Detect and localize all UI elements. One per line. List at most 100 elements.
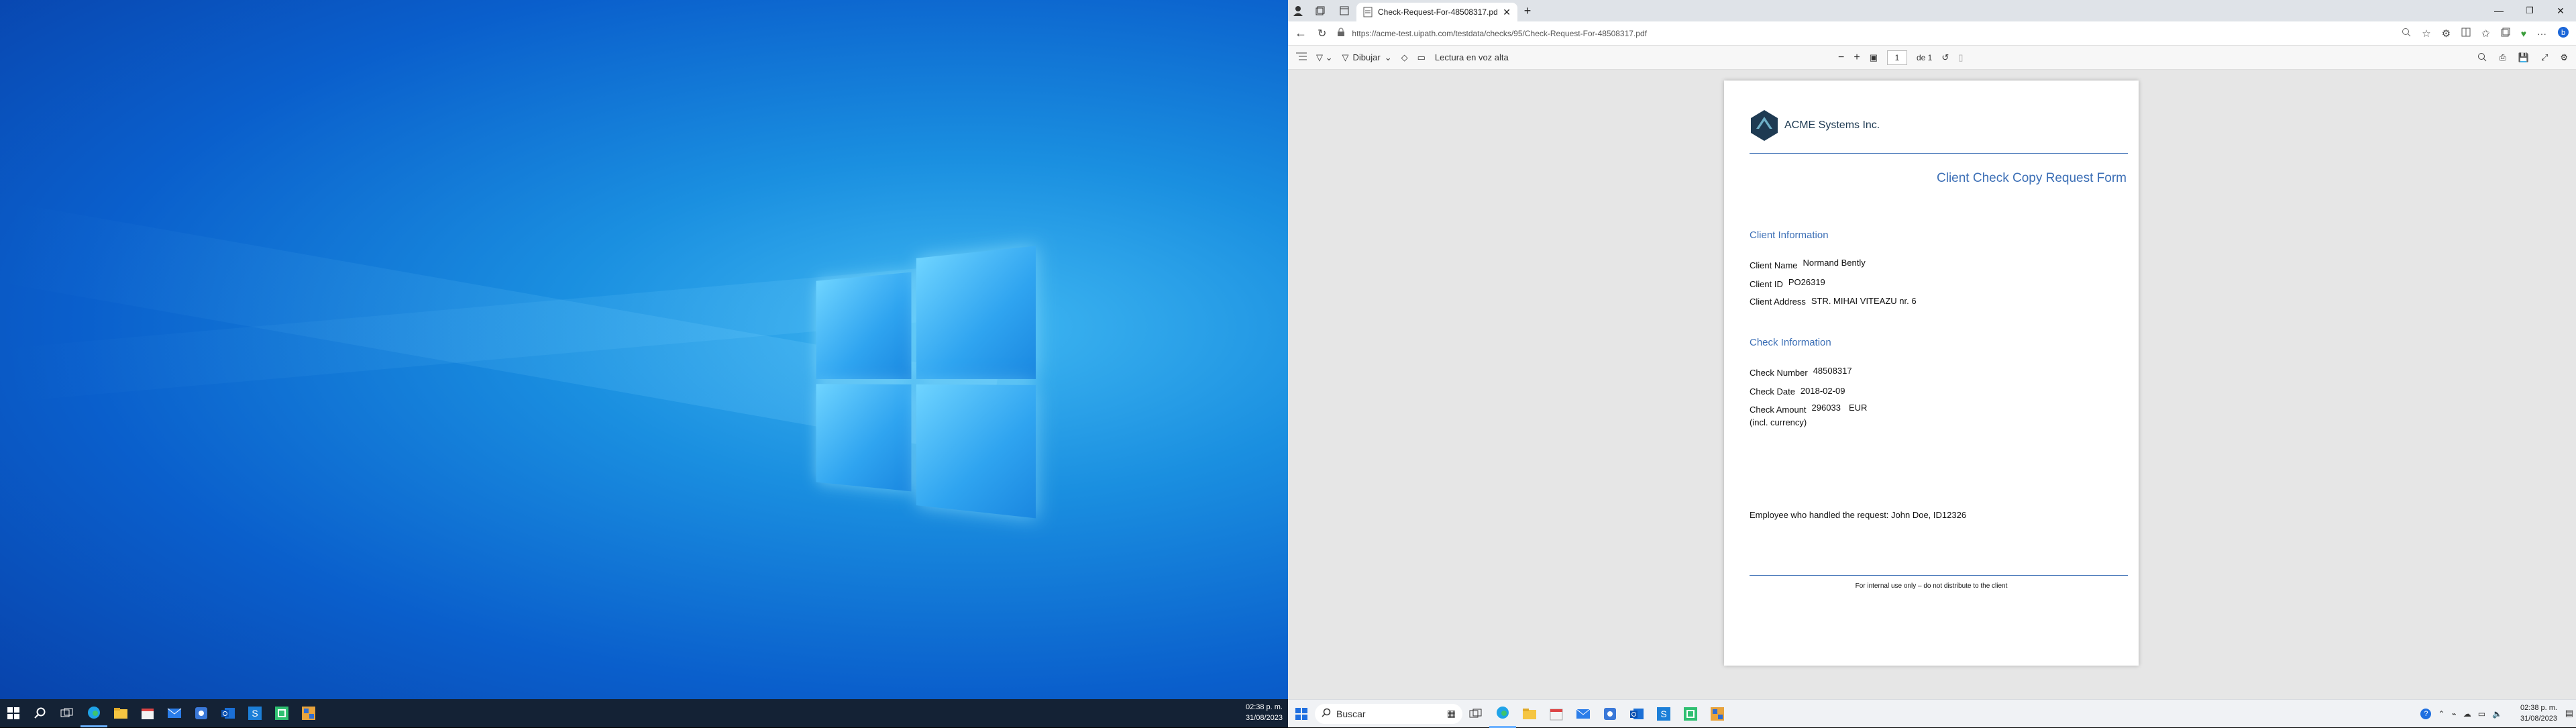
check-amount-value: 296033 xyxy=(1812,403,1841,413)
print-icon[interactable]: ⎙ xyxy=(2499,52,2506,63)
calendar-icon[interactable] xyxy=(1543,700,1570,728)
settings-icon[interactable]: ⚙ xyxy=(2560,52,2568,63)
client-name-label: Client Name xyxy=(1750,260,1798,270)
workspaces-icon[interactable] xyxy=(1308,6,1332,15)
outlook-icon[interactable] xyxy=(215,699,241,727)
read-aloud-icon[interactable]: ▭ xyxy=(1417,52,1426,63)
erase-icon[interactable]: ◇ xyxy=(1401,52,1408,63)
address-bar: ← ↻ https://acme-test.uipath.com/testdat… xyxy=(1288,21,2576,46)
tab-pdf[interactable]: Check-Request-For-48508317.pdf ✕ xyxy=(1356,3,1517,21)
copilot-icon[interactable]: b xyxy=(2557,26,2569,40)
check-number-label: Check Number xyxy=(1750,368,1808,378)
footer-note: For internal use only – do not distribut… xyxy=(1724,582,2139,590)
file-explorer-icon[interactable] xyxy=(1516,700,1543,728)
favorite-star-icon[interactable]: ☆ xyxy=(2422,28,2430,40)
mail-icon[interactable] xyxy=(161,699,188,727)
favorites-icon[interactable]: ✩ xyxy=(2481,28,2490,40)
outlook-icon[interactable] xyxy=(1623,700,1650,728)
contents-icon[interactable] xyxy=(1296,52,1307,62)
edge-icon[interactable] xyxy=(1489,700,1516,728)
extensions-icon[interactable]: ⚙ xyxy=(2442,28,2451,40)
new-tab-icon[interactable]: + xyxy=(1517,4,1538,18)
lock-icon xyxy=(1337,28,1345,39)
tab-actions-icon[interactable] xyxy=(1332,6,1356,15)
page-number-input[interactable]: 1 xyxy=(1887,50,1907,65)
search-icon[interactable] xyxy=(27,699,54,727)
url-text: https://acme-test.uipath.com/testdata/ch… xyxy=(1352,29,1647,38)
browser-essentials-icon[interactable]: ♥ xyxy=(2521,28,2526,39)
read-aloud-button[interactable]: Lectura en voz alta xyxy=(1435,52,1509,62)
notifications-icon[interactable]: ▤ xyxy=(2565,708,2573,719)
page-controls: − + ▣ 1 de 1 ↺ ▯ xyxy=(1838,46,1963,70)
svg-text:b: b xyxy=(2561,29,2565,37)
show-hidden-icons[interactable]: ⌃ xyxy=(2438,709,2445,719)
taskbar-search-box[interactable]: Buscar ▦ xyxy=(1315,704,1462,724)
mail-icon[interactable] xyxy=(1570,700,1597,728)
profile-icon[interactable] xyxy=(1288,5,1308,16)
highlight-icon[interactable]: ▽ ⌄ xyxy=(1316,52,1333,63)
uipath-studio-icon[interactable]: S xyxy=(1650,700,1677,728)
calendar-icon[interactable] xyxy=(134,699,161,727)
close-tab-icon[interactable]: ✕ xyxy=(1503,7,1511,18)
clock-date: 31/08/2023 xyxy=(2520,713,2557,724)
zoom-icon[interactable] xyxy=(2402,28,2411,39)
start-icon[interactable] xyxy=(1288,700,1315,728)
minimize-icon[interactable]: — xyxy=(2483,5,2514,16)
uipath-studio-icon[interactable]: S xyxy=(241,699,268,727)
svg-text:S: S xyxy=(252,708,258,719)
page-total: de 1 xyxy=(1917,53,1932,62)
task-view-icon[interactable] xyxy=(1462,700,1489,728)
browser-titlebar: Check-Request-For-48508317.pdf ✕ + — ❐ ✕ xyxy=(1288,0,2576,21)
tab-title: Check-Request-For-48508317.pdf xyxy=(1378,7,1497,17)
help-icon[interactable]: ? xyxy=(2420,709,2431,719)
draw-icon: ▽ xyxy=(1342,52,1349,63)
uipath-robot-icon[interactable] xyxy=(1677,700,1704,728)
check-number-row: Check Number48508317 xyxy=(1750,368,1852,378)
volume-icon[interactable]: 🔈 xyxy=(2492,709,2502,719)
edge-icon[interactable] xyxy=(80,699,107,727)
app-icon[interactable] xyxy=(295,699,322,727)
pdf-page: ACME Systems Inc. Client Check Copy Requ… xyxy=(1724,81,2139,666)
zoom-in-icon[interactable]: + xyxy=(1854,52,1860,64)
footer-divider xyxy=(1750,575,2128,576)
fullscreen-icon[interactable]: ⤢ xyxy=(2541,52,2548,63)
split-screen-icon[interactable] xyxy=(2461,28,2471,39)
uipath-robot-icon[interactable] xyxy=(268,699,295,727)
fit-page-icon[interactable]: ▣ xyxy=(1870,52,1878,63)
client-address-row: Client AddressSTR. MIHAI VITEAZU nr. 6 xyxy=(1750,297,1917,307)
save-icon[interactable]: 💾 xyxy=(2518,52,2529,63)
onedrive-icon[interactable]: ☁ xyxy=(2463,709,2471,719)
employee-line: Employee who handled the request: John D… xyxy=(1750,510,1966,520)
file-explorer-icon[interactable] xyxy=(107,699,134,727)
collections-icon[interactable] xyxy=(2501,28,2510,39)
more-icon[interactable]: ··· xyxy=(2537,28,2546,39)
zoom-out-icon[interactable]: − xyxy=(1838,52,1844,64)
check-date-row: Check Date2018-02-09 xyxy=(1750,386,1845,397)
client-section-heading: Client Information xyxy=(1750,229,1829,241)
clock-left[interactable]: 02:38 p. m. 31/08/2023 xyxy=(1246,702,1283,723)
form-title: Client Check Copy Request Form xyxy=(1937,171,2127,186)
chevron-down-icon: ⌄ xyxy=(1385,52,1392,63)
refresh-icon[interactable]: ↻ xyxy=(1318,27,1326,40)
browser-window: Check-Request-For-48508317.pdf ✕ + — ❐ ✕… xyxy=(1288,0,2576,699)
rotate-icon[interactable]: ↺ xyxy=(1941,52,1949,63)
app-icon[interactable] xyxy=(1704,700,1731,728)
restore-icon[interactable]: ❐ xyxy=(2514,5,2545,16)
url-field[interactable]: https://acme-test.uipath.com/testdata/ch… xyxy=(1337,25,2391,42)
clock-right[interactable]: 02:38 p. m. 31/08/2023 xyxy=(2520,703,2557,724)
uipath-assistant-icon[interactable] xyxy=(188,699,215,727)
header-divider xyxy=(1750,153,2128,154)
start-icon[interactable] xyxy=(0,699,27,727)
search-pdf-icon[interactable] xyxy=(2477,52,2487,64)
draw-button[interactable]: ▽ Dibujar ⌄ xyxy=(1342,52,1392,63)
usb-icon[interactable]: ⌁ xyxy=(2451,709,2456,719)
page-view-icon[interactable]: ▯ xyxy=(1958,52,1963,63)
system-tray: ? ⌃ ⌁ ☁ ▭ 🔈 xyxy=(2420,700,2502,728)
check-section-heading: Check Information xyxy=(1750,337,1831,348)
network-icon[interactable]: ▭ xyxy=(2478,709,2485,719)
clock-date: 31/08/2023 xyxy=(1246,713,1283,723)
uipath-assistant-icon[interactable] xyxy=(1597,700,1623,728)
task-view-icon[interactable] xyxy=(54,699,80,727)
close-window-icon[interactable]: ✕ xyxy=(2545,5,2576,17)
back-icon[interactable]: ← xyxy=(1295,26,1307,40)
